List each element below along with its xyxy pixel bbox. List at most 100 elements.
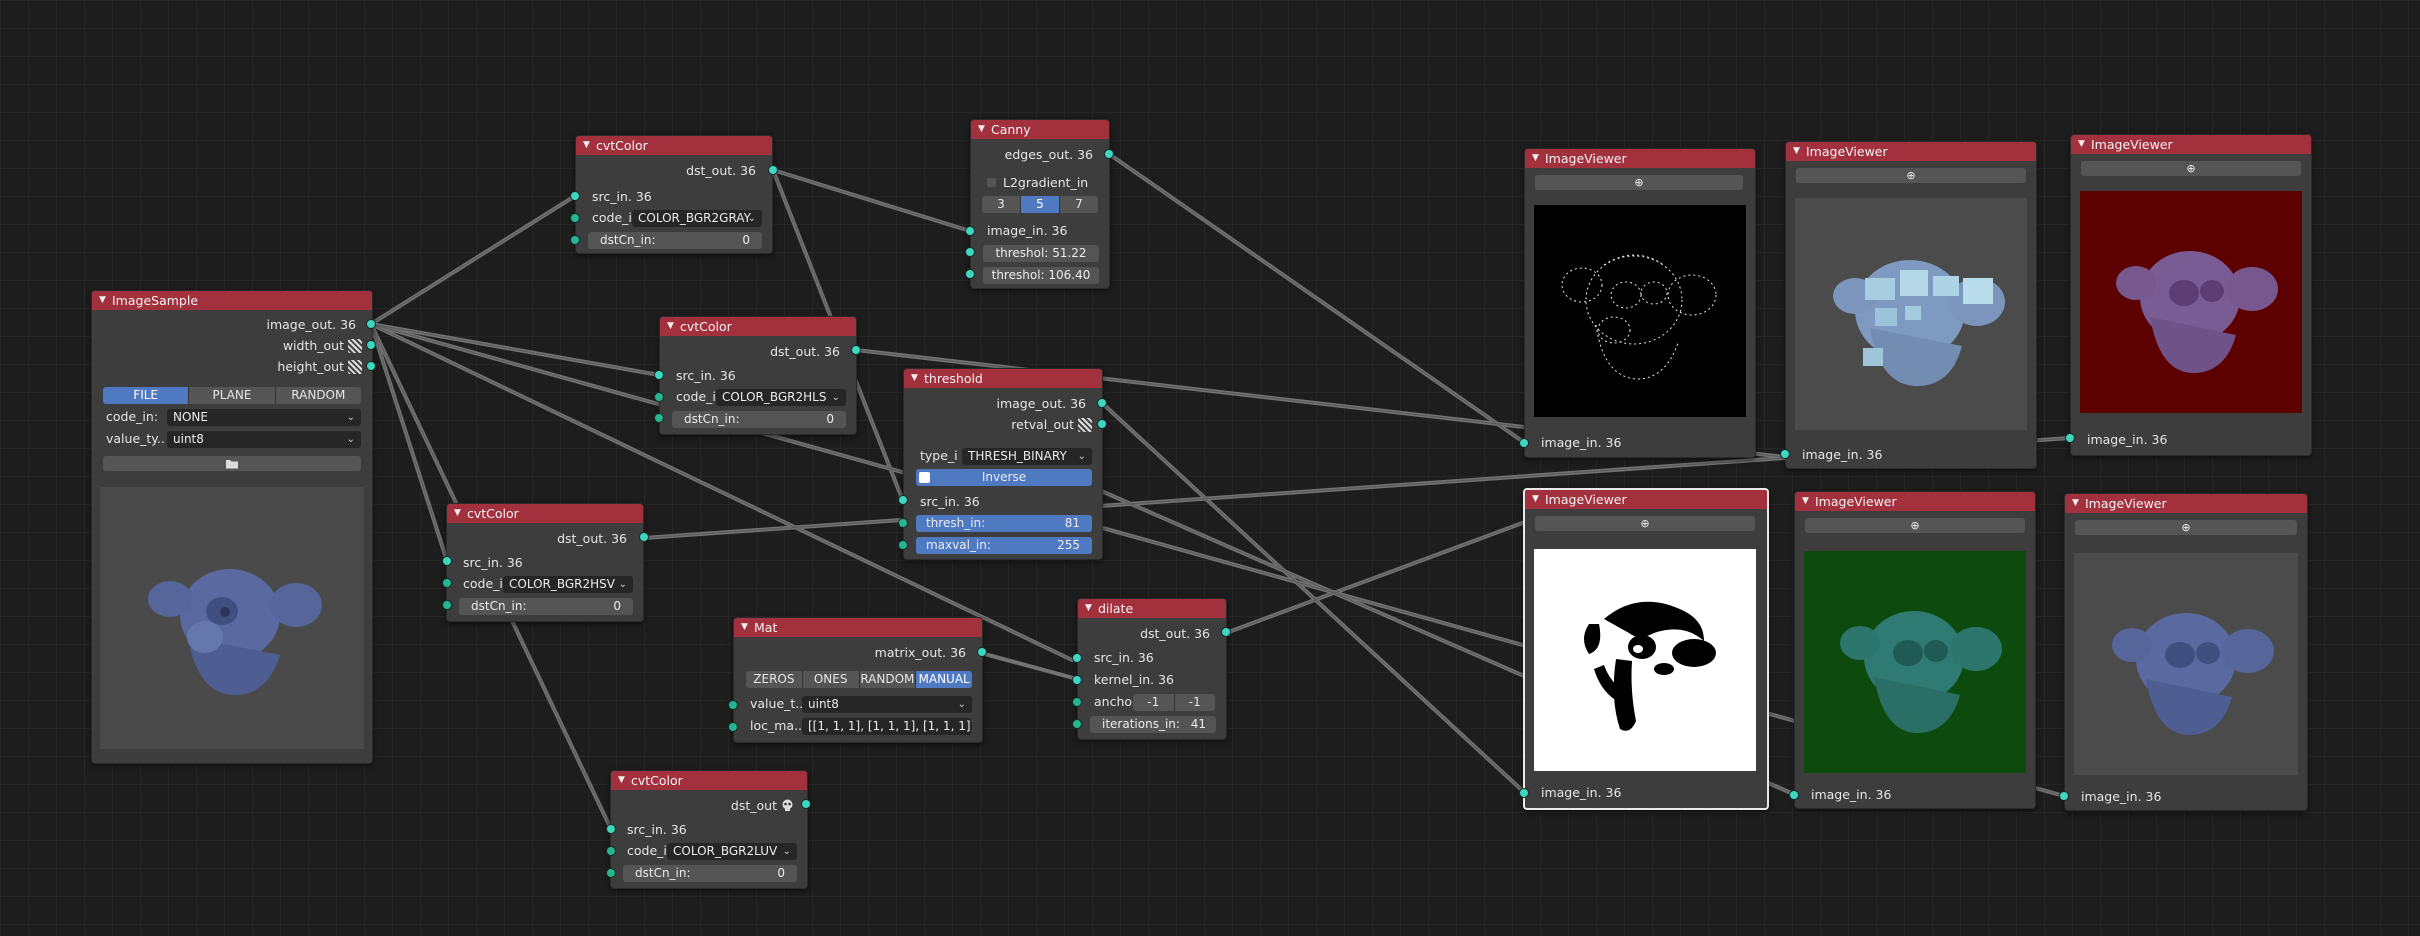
socket-connector[interactable] — [851, 345, 861, 355]
add-button[interactable]: ⊕ — [1805, 518, 2025, 533]
collapse-arrow-icon[interactable]: ▼ — [99, 291, 106, 310]
dilate-node[interactable]: ▼ dilate dst_out. 36 src_in. 36 kernel_in… — [1077, 598, 1227, 740]
socket-connector[interactable] — [1072, 697, 1082, 707]
collapse-arrow-icon[interactable]: ▼ — [618, 771, 625, 790]
image-viewer-green-node[interactable]: ▼ ImageViewer ⊕ image_in. 36 — [1794, 491, 2036, 809]
aperture-7-button[interactable]: 7 — [1060, 196, 1098, 213]
file-browse-button[interactable] — [103, 456, 361, 471]
type-dropdown[interactable]: THRESH_BINARY ⌄ — [962, 448, 1092, 465]
socket-connector[interactable] — [898, 495, 908, 505]
socket-connector[interactable] — [1221, 627, 1231, 637]
collapse-arrow-icon[interactable]: ▼ — [978, 120, 985, 139]
code-in-dropdown[interactable]: NONE ⌄ — [167, 409, 361, 426]
value-type-dropdown[interactable]: uint8 ⌄ — [802, 696, 972, 713]
socket-connector[interactable] — [728, 722, 738, 732]
anchor-x-field[interactable]: -1 — [1133, 694, 1175, 711]
socket-connector[interactable] — [768, 165, 778, 175]
image-viewer-edges-node[interactable]: ▼ ImageViewer ⊕ image_in. 36 — [1524, 148, 1756, 458]
image-viewer-original-node[interactable]: ▼ ImageViewer ⊕ image_in. 36 — [2064, 493, 2308, 811]
add-button[interactable]: ⊕ — [1535, 175, 1743, 190]
add-button[interactable]: ⊕ — [1535, 516, 1755, 531]
value-type-dropdown[interactable]: uint8 ⌄ — [167, 431, 361, 448]
socket-connector[interactable] — [1097, 419, 1107, 429]
cvtcolor-header[interactable]: ▼ cvtColor — [611, 771, 807, 790]
socket-connector[interactable] — [1780, 449, 1790, 459]
collapse-arrow-icon[interactable]: ▼ — [1802, 492, 1809, 511]
anchor-y-field[interactable]: -1 — [1174, 694, 1215, 711]
mode-ones-button[interactable]: ONES — [802, 671, 860, 688]
socket-connector[interactable] — [442, 578, 452, 588]
image-viewer-binary-node[interactable]: ▼ ImageViewer ⊕ image_in. 36 — [1523, 488, 1769, 810]
socket-connector[interactable] — [366, 319, 376, 329]
collapse-arrow-icon[interactable]: ▼ — [911, 369, 918, 388]
collapse-arrow-icon[interactable]: ▼ — [2072, 494, 2079, 513]
mat-mode-selector[interactable]: ZEROS ONES RANDOM MANUAL — [746, 671, 972, 688]
image-viewer-header[interactable]: ▼ ImageViewer — [2065, 494, 2307, 513]
aperture-5-button[interactable]: 5 — [1021, 196, 1060, 213]
aperture-3-button[interactable]: 3 — [982, 196, 1021, 213]
socket-connector[interactable] — [606, 824, 616, 834]
threshold1-field[interactable]: threshol: 51.22 — [983, 245, 1099, 262]
dstcn-field[interactable]: dstCn_in: 0 — [672, 411, 846, 428]
l2gradient-checkbox[interactable] — [987, 178, 996, 187]
socket-connector[interactable] — [654, 392, 664, 402]
add-button[interactable]: ⊕ — [2081, 161, 2301, 176]
collapse-arrow-icon[interactable]: ▼ — [741, 618, 748, 637]
collapse-arrow-icon[interactable]: ▼ — [1793, 142, 1800, 161]
code-dropdown[interactable]: COLOR_BGR2GRAY ⌄ — [632, 210, 762, 227]
socket-connector[interactable] — [1104, 149, 1114, 159]
maxval-field[interactable]: maxval_in: 255 — [916, 537, 1092, 554]
canny-header[interactable]: ▼ Canny — [971, 120, 1109, 139]
image-viewer-header[interactable]: ▼ ImageViewer — [1525, 490, 1767, 509]
cvtcolor-header[interactable]: ▼ cvtColor — [660, 317, 856, 336]
iterations-field[interactable]: iterations_in: 41 — [1090, 716, 1216, 733]
socket-connector[interactable] — [442, 600, 452, 610]
add-button[interactable]: ⊕ — [1796, 168, 2026, 183]
dstcn-field[interactable]: dstCn_in: 0 — [459, 598, 633, 615]
socket-connector[interactable] — [570, 235, 580, 245]
canny-node[interactable]: ▼ Canny edges_out. 36 L2gradient_in 3 5 7… — [970, 119, 1110, 289]
image-viewer-red-node[interactable]: ▼ ImageViewer ⊕ image_in. 36 — [2070, 134, 2312, 456]
socket-connector[interactable] — [1072, 653, 1082, 663]
dstcn-field[interactable]: dstCn_in: 0 — [588, 232, 762, 249]
socket-connector[interactable] — [1519, 438, 1529, 448]
cvtcolor-header[interactable]: ▼ cvtColor — [447, 504, 643, 523]
image-viewer-header[interactable]: ▼ ImageViewer — [1795, 492, 2035, 511]
threshold-header[interactable]: ▼ threshold — [904, 369, 1102, 388]
socket-connector[interactable] — [654, 370, 664, 380]
collapse-arrow-icon[interactable]: ▼ — [1532, 149, 1539, 168]
socket-connector[interactable] — [728, 700, 738, 710]
cvtcolor-luv-node[interactable]: ▼ cvtColor dst_out src_in. 36 code_i COLO… — [610, 770, 808, 889]
threshold-node[interactable]: ▼ threshold image_out. 36 retval_out type… — [903, 368, 1103, 560]
socket-connector[interactable] — [2059, 791, 2069, 801]
image-sample-header[interactable]: ▼ ImageSample — [92, 291, 372, 310]
collapse-arrow-icon[interactable]: ▼ — [454, 504, 461, 523]
mode-zeros-button[interactable]: ZEROS — [746, 671, 803, 688]
image-viewer-header[interactable]: ▼ ImageViewer — [1525, 149, 1755, 168]
code-dropdown[interactable]: COLOR_BGR2LUV ⌄ — [667, 843, 797, 860]
socket-connector[interactable] — [654, 413, 664, 423]
image-sample-node[interactable]: ▼ ImageSample image_out. 36 width_out hei… — [91, 290, 373, 764]
collapse-arrow-icon[interactable]: ▼ — [583, 136, 590, 155]
mode-random-button[interactable]: RANDOM — [859, 671, 917, 688]
socket-connector[interactable] — [965, 226, 975, 236]
cvtcolor-gray-node[interactable]: ▼ cvtColor dst_out. 36 src_in. 36 code_i … — [575, 135, 773, 254]
socket-connector[interactable] — [898, 540, 908, 550]
socket-connector[interactable] — [366, 361, 376, 371]
collapse-arrow-icon[interactable]: ▼ — [1085, 599, 1092, 618]
socket-connector[interactable] — [442, 556, 452, 566]
cvtcolor-hsv-node[interactable]: ▼ cvtColor dst_out. 36 src_in. 36 code_i … — [446, 503, 644, 622]
mode-manual-button[interactable]: MANUAL — [916, 671, 972, 688]
socket-connector[interactable] — [570, 213, 580, 223]
threshold2-field[interactable]: threshol: 106.40 — [983, 267, 1099, 284]
image-viewer-hls-node[interactable]: ▼ ImageViewer ⊕ image_in. 36 — [1785, 141, 2037, 469]
socket-connector[interactable] — [965, 269, 975, 279]
dilate-header[interactable]: ▼ dilate — [1078, 599, 1226, 618]
mode-random-button[interactable]: RANDOM — [275, 387, 361, 404]
socket-connector[interactable] — [639, 532, 649, 542]
mode-plane-button[interactable]: PLANE — [189, 387, 276, 404]
collapse-arrow-icon[interactable]: ▼ — [667, 317, 674, 336]
mat-header[interactable]: ▼ Mat — [734, 618, 982, 637]
socket-connector[interactable] — [2065, 433, 2075, 443]
image-viewer-header[interactable]: ▼ ImageViewer — [1786, 142, 2036, 161]
